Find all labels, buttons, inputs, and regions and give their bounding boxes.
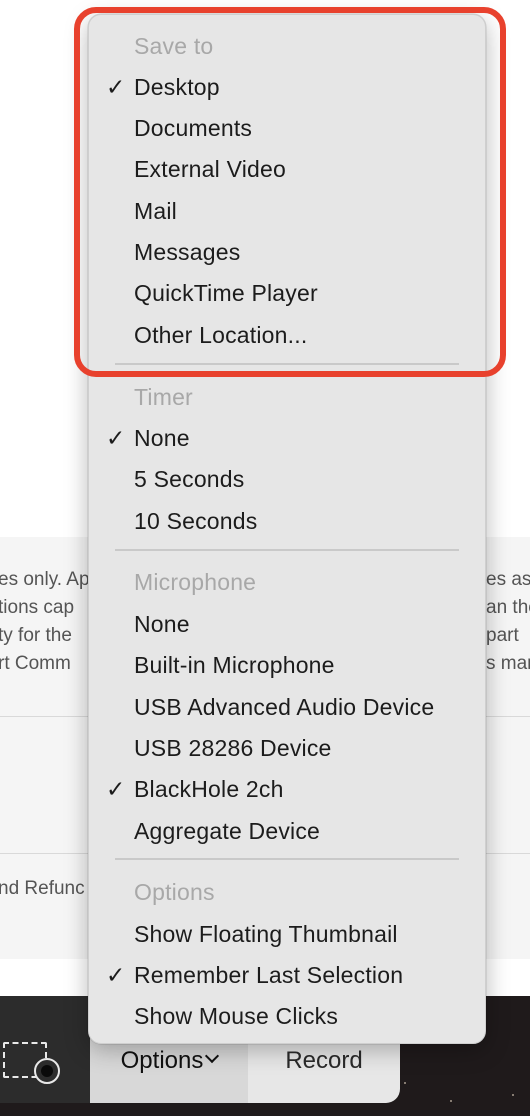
chevron-down-icon: [205, 1048, 220, 1064]
menu-section-header-microphone: Microphone: [134, 569, 257, 595]
menu-separator: [115, 549, 459, 551]
background-text: nd Refunc: [0, 878, 85, 899]
capture-selected-portion-button[interactable]: [0, 1016, 88, 1086]
menu-item-usb-advanced-audio-device[interactable]: USB Advanced Audio Device: [89, 686, 487, 727]
menu-section-header-options: Options: [134, 879, 215, 905]
background-text: an the: [486, 597, 530, 618]
highlight-annotation-box: [74, 7, 506, 377]
checkmark-icon: ✓: [106, 425, 126, 451]
checkmark-icon: ✓: [106, 776, 126, 802]
menu-item-aggregate-device[interactable]: Aggregate Device: [89, 810, 487, 851]
menu-section-header-timer: Timer: [134, 384, 193, 410]
options-button-label: Options: [120, 1047, 204, 1074]
menu-item-show-floating-thumbnail[interactable]: Show Floating Thumbnail: [89, 913, 487, 954]
record-button-label: Record: [285, 1047, 363, 1074]
record-dot-icon: [34, 1058, 60, 1084]
menu-item-microphone-none[interactable]: None: [89, 603, 487, 644]
background-text: es as: [486, 569, 530, 590]
star-dot: [450, 1100, 452, 1102]
menu-item-5-seconds[interactable]: 5 Seconds: [89, 458, 487, 499]
menu-item-show-mouse-clicks[interactable]: Show Mouse Clicks: [89, 995, 487, 1036]
background-text: es only. Ap: [0, 569, 90, 590]
star-dot: [512, 1094, 514, 1096]
menu-item-usb-28286-device[interactable]: USB 28286 Device: [89, 727, 487, 768]
background-text: tions cap: [0, 597, 75, 618]
menu-item-built-in-microphone[interactable]: Built-in Microphone: [89, 644, 487, 685]
menu-item-timer-none[interactable]: ✓ None: [89, 417, 487, 458]
star-dot: [404, 1082, 406, 1084]
menu-separator: [115, 858, 459, 860]
background-text: ty for the: [0, 625, 72, 646]
menu-item-10-seconds[interactable]: 10 Seconds: [89, 500, 487, 541]
menu-item-blackhole-2ch[interactable]: ✓ BlackHole 2ch: [89, 768, 487, 809]
background-text: rt Comm: [0, 653, 71, 674]
background-text: part: [486, 625, 519, 646]
menu-item-remember-last-selection[interactable]: ✓ Remember Last Selection: [89, 954, 487, 995]
checkmark-icon: ✓: [106, 962, 126, 988]
background-text: s mar: [486, 653, 530, 674]
